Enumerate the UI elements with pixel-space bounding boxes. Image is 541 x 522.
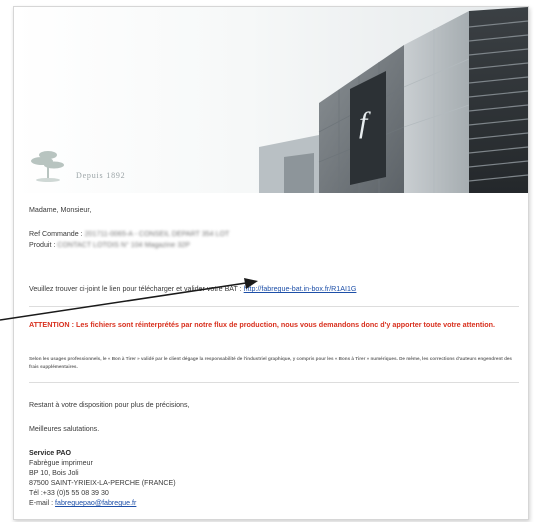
annotation-arrow-icon	[0, 278, 258, 321]
